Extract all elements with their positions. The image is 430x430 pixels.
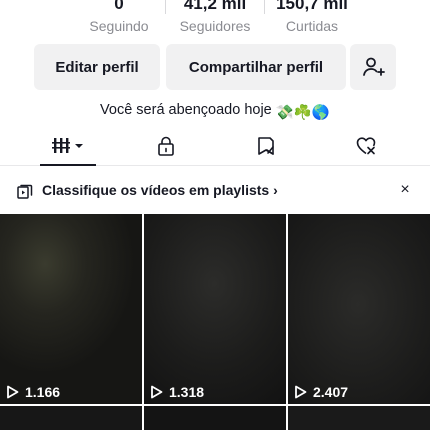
stat-likes[interactable]: 150,7 mil Curtidas <box>266 0 358 35</box>
tab-videos[interactable] <box>36 126 104 166</box>
stat-following[interactable]: 0 Seguindo <box>84 0 154 35</box>
likes-label: Curtidas <box>285 18 339 34</box>
playlist-icon <box>17 184 33 199</box>
play-icon <box>7 385 19 399</box>
stat-divider <box>165 0 166 14</box>
playlist-banner-text: Classifique os vídeos em playlists › <box>42 182 278 198</box>
share-profile-button[interactable]: Compartilhar perfil <box>166 44 346 90</box>
playlist-banner[interactable]: Classifique os vídeos em playlists › × <box>0 170 430 212</box>
video-thumbnail[interactable]: 1.318 <box>144 214 286 404</box>
active-tab-indicator <box>40 164 96 166</box>
stat-followers[interactable]: 41,2 mil Seguidores <box>170 0 260 35</box>
following-label: Seguindo <box>89 18 149 34</box>
tab-private[interactable] <box>148 126 184 166</box>
tab-liked[interactable] <box>348 126 384 166</box>
video-thumbnail[interactable] <box>288 406 430 430</box>
add-user-icon <box>363 57 385 76</box>
play-icon <box>151 385 163 399</box>
chevron-right-icon: › <box>273 182 278 198</box>
profile-stats: 0 Seguindo 41,2 mil Seguidores 150,7 mil… <box>0 0 430 36</box>
liked-icon <box>356 137 376 155</box>
view-count: 2.407 <box>294 384 348 400</box>
view-count: 1.318 <box>150 384 204 400</box>
grid-videos-icon <box>52 138 83 153</box>
close-icon[interactable]: × <box>396 181 414 199</box>
bio-emojis: 💸☘️🌎 <box>275 105 330 121</box>
video-thumbnail[interactable] <box>144 406 286 430</box>
video-grid: 1.166 1.318 2.407 <box>0 214 430 430</box>
video-thumbnail[interactable]: 2.407 <box>288 214 430 404</box>
tab-saved[interactable] <box>248 126 284 166</box>
followers-label: Seguidores <box>179 18 251 34</box>
profile-tabs <box>0 126 430 166</box>
view-count-value: 1.166 <box>25 384 61 400</box>
stat-divider <box>264 0 265 14</box>
view-count-value: 2.407 <box>313 384 349 400</box>
following-count: 0 <box>114 0 124 13</box>
followers-count: 41,2 mil <box>183 0 247 13</box>
lock-icon <box>158 136 174 156</box>
edit-profile-button[interactable]: Editar perfil <box>34 44 160 90</box>
play-icon <box>295 385 307 399</box>
saved-icon <box>258 137 274 155</box>
bio-text: Você será abençoado hoje <box>100 102 276 118</box>
profile-bio: Você será abençoado hoje 💸☘️🌎 <box>0 100 430 123</box>
view-count-value: 1.318 <box>169 384 205 400</box>
video-thumbnail[interactable] <box>0 406 142 430</box>
view-count: 1.166 <box>6 384 60 400</box>
video-thumbnail[interactable]: 1.166 <box>0 214 142 404</box>
add-friend-button[interactable] <box>350 44 396 90</box>
likes-count: 150,7 mil <box>276 0 348 13</box>
